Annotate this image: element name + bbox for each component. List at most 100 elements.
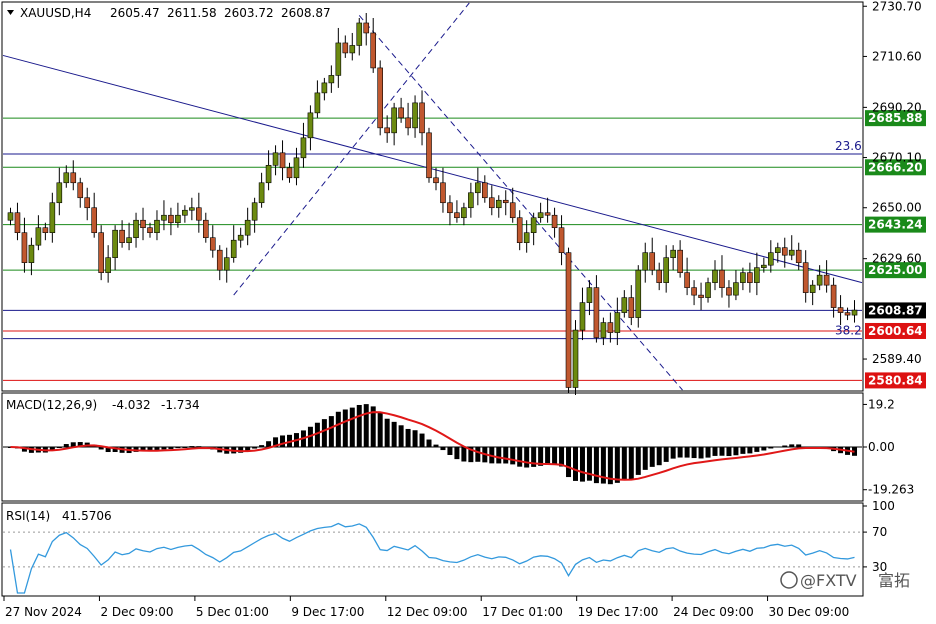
- fib-label: 38.2: [835, 324, 862, 338]
- watermark-text: 富拓: [878, 571, 910, 590]
- candle-body: [502, 199, 509, 204]
- candle-body: [593, 287, 600, 338]
- macd-bar: [496, 447, 502, 464]
- candle-body: [600, 322, 607, 338]
- candle-body: [370, 32, 377, 69]
- candle-body: [774, 247, 781, 253]
- macd-bar: [628, 447, 634, 480]
- candle-body: [412, 102, 418, 129]
- main-panel-frame: [1, 1, 864, 392]
- candle-body: [781, 247, 788, 256]
- macd-bar: [705, 447, 711, 458]
- candle-body: [189, 207, 195, 211]
- candle-body: [279, 152, 286, 169]
- candle-body: [342, 42, 349, 54]
- candle-body: [286, 167, 293, 179]
- ohlc-close: 2608.87: [281, 6, 331, 20]
- candle-body: [182, 209, 188, 216]
- candle-body: [565, 252, 572, 388]
- candle-body: [754, 267, 760, 283]
- candle-body: [265, 164, 272, 184]
- candle-body: [147, 227, 153, 234]
- macd-bar: [377, 412, 383, 447]
- candle-body: [551, 214, 558, 229]
- candle-body: [761, 264, 767, 268]
- candle-body: [475, 182, 481, 194]
- candle-body: [684, 272, 690, 288]
- candle-body: [112, 229, 118, 258]
- macd-bar: [280, 435, 286, 447]
- rsi-value: 41.5706: [62, 509, 112, 523]
- candle-body: [621, 297, 628, 313]
- candle-body: [851, 309, 858, 316]
- candle-body: [530, 217, 537, 234]
- macd-bar: [635, 447, 641, 475]
- macd-bar: [342, 409, 348, 447]
- macd-bar: [335, 411, 341, 447]
- candle-body: [154, 219, 160, 234]
- candle-body: [649, 252, 656, 271]
- candle-body: [586, 287, 593, 303]
- macd-bar: [768, 447, 774, 449]
- macd-bar: [266, 441, 272, 447]
- candle-body: [642, 252, 649, 271]
- time-tick-label: 9 Dec 17:00: [291, 605, 364, 619]
- macd-bar: [440, 447, 446, 451]
- macd-bar: [196, 446, 202, 448]
- candle-body: [119, 229, 125, 243]
- candle-body: [733, 282, 739, 296]
- candle-body: [461, 207, 467, 219]
- macd-tick-label: 19.2: [868, 397, 895, 411]
- candle-body: [7, 212, 14, 221]
- macd-bar: [796, 444, 802, 447]
- macd-bar: [433, 444, 439, 447]
- candle-body: [300, 137, 307, 159]
- candle-body: [830, 284, 837, 308]
- time-tick-label: 24 Dec 09:00: [673, 605, 754, 619]
- macd-bar: [461, 447, 467, 462]
- price-axis: 2730.70 2710.60 2690.20 2670.10 2650.00 2629.…: [863, 0, 922, 574]
- candle-body: [558, 227, 565, 253]
- candle-body: [77, 182, 84, 199]
- price-tick-label: 2629.60: [872, 252, 922, 266]
- candle-body: [237, 234, 244, 241]
- candle-body: [544, 212, 551, 216]
- macd-bar: [552, 447, 558, 465]
- candle-body: [440, 182, 446, 204]
- macd-bar: [775, 446, 781, 448]
- candle-body: [837, 307, 844, 313]
- macd-bar: [677, 447, 683, 458]
- candle-body: [495, 199, 502, 209]
- candle-body: [35, 227, 42, 246]
- candle-body: [377, 67, 383, 129]
- price-tick-label: 2670.10: [872, 151, 922, 165]
- macd-signal-value: -1.734: [161, 398, 200, 412]
- candle-body: [307, 112, 314, 139]
- candle-body: [223, 257, 230, 271]
- candle-body: [816, 274, 823, 286]
- price-chart[interactable]: 2685.882666.202643.242625.002608.872600.…: [0, 0, 936, 624]
- candle-body: [488, 197, 495, 209]
- candle-body: [670, 249, 676, 258]
- macd-bar: [412, 430, 418, 447]
- candle-body: [63, 172, 70, 184]
- candle-body: [523, 232, 530, 243]
- candle-body: [398, 107, 404, 119]
- macd-bar: [321, 419, 327, 447]
- time-axis: 27 Nov 2024 2 Dec 09:00 5 Dec 01:00 9 Dec 1…: [3, 596, 849, 619]
- candle-body: [384, 127, 390, 134]
- macd-label: MACD(12,26,9): [6, 398, 97, 412]
- macd-bar: [719, 447, 725, 456]
- macd-bar: [475, 447, 481, 462]
- candle-body: [56, 182, 63, 204]
- macd-bar: [328, 416, 334, 447]
- candle-body: [230, 239, 237, 258]
- candle-body: [349, 45, 356, 54]
- macd-bar: [698, 447, 704, 459]
- time-tick-label: 27 Nov 2024: [5, 605, 82, 619]
- candle-body: [614, 312, 621, 333]
- candle-body: [607, 322, 614, 333]
- candle-body: [698, 294, 704, 298]
- macd-bar: [726, 447, 732, 457]
- candle-body: [91, 207, 97, 234]
